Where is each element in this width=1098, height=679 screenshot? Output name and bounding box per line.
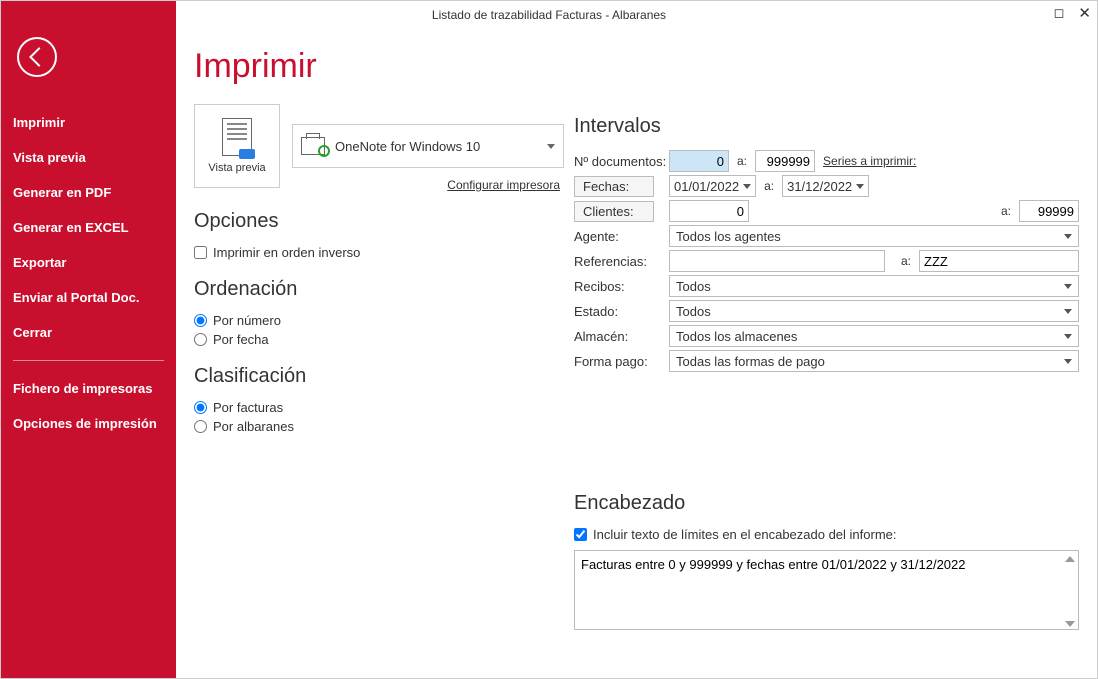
recibos-label: Recibos: <box>574 276 669 297</box>
close-icon[interactable]: ✕ <box>1078 4 1091 22</box>
ndoc-label: Nº documentos: <box>574 151 669 172</box>
maximize-icon[interactable]: ◻ <box>1054 5 1065 21</box>
chevron-down-icon <box>1064 234 1072 239</box>
incluir-texto-checkbox[interactable] <box>574 528 587 541</box>
printer-dropdown[interactable]: OneNote for Windows 10 <box>292 124 564 168</box>
chevron-down-icon <box>856 184 864 189</box>
nav-portal[interactable]: Enviar al Portal Doc. <box>1 280 176 315</box>
chevron-down-icon <box>547 144 555 149</box>
ndoc-from-input[interactable] <box>669 150 729 172</box>
chevron-down-icon <box>1064 284 1072 289</box>
almacen-value: Todos los almacenes <box>676 329 797 344</box>
cli-to-label: a: <box>1001 204 1011 218</box>
fecha-to-input[interactable]: 31/12/2022 <box>782 175 869 197</box>
almacen-label: Almacén: <box>574 326 669 347</box>
sidebar: Imprimir Vista previa Generar en PDF Gen… <box>1 1 176 678</box>
forma-label: Forma pago: <box>574 351 669 372</box>
fecha-from-input[interactable]: 01/01/2022 <box>669 175 756 197</box>
order-numero-radio[interactable] <box>194 314 207 327</box>
order-fecha-label: Por fecha <box>213 332 269 347</box>
forma-dropdown[interactable]: Todas las formas de pago <box>669 350 1079 372</box>
forma-value: Todas las formas de pago <box>676 354 825 369</box>
chevron-down-icon <box>1064 334 1072 339</box>
clas-facturas-row[interactable]: Por facturas <box>194 400 564 415</box>
intervalos-title: Intervalos <box>574 115 1079 138</box>
agente-dropdown[interactable]: Todos los agentes <box>669 225 1079 247</box>
window-controls: ◻ ✕ <box>1054 4 1091 22</box>
window-title: Listado de trazabilidad Facturas - Albar… <box>432 8 666 22</box>
chevron-down-icon <box>1064 309 1072 314</box>
nav-cerrar[interactable]: Cerrar <box>1 315 176 350</box>
estado-dropdown[interactable]: Todos <box>669 300 1079 322</box>
printer-icon <box>301 137 325 155</box>
order-fecha-radio[interactable] <box>194 333 207 346</box>
configure-printer-link[interactable]: Configurar impresora <box>292 178 564 192</box>
reverse-order-checkbox[interactable] <box>194 246 207 259</box>
nav-excel[interactable]: Generar en EXCEL <box>1 210 176 245</box>
nav-vista-previa[interactable]: Vista previa <box>1 140 176 175</box>
ndoc-to-label: a: <box>737 154 747 168</box>
right-column: Intervalos Nº documentos: a: Series a im… <box>574 47 1079 660</box>
incluir-texto-label: Incluir texto de límites en el encabezad… <box>593 527 897 542</box>
nav-separator <box>13 360 164 361</box>
reverse-order-label: Imprimir en orden inverso <box>213 245 360 260</box>
printer-name: OneNote for Windows 10 <box>335 139 480 154</box>
agente-label: Agente: <box>574 226 669 247</box>
ndoc-to-input[interactable] <box>755 150 815 172</box>
cli-from-input[interactable] <box>669 200 749 222</box>
scroll-down-icon[interactable] <box>1065 621 1075 627</box>
scroll-up-icon[interactable] <box>1065 556 1075 562</box>
chevron-down-icon <box>1064 359 1072 364</box>
fecha-to-value: 31/12/2022 <box>787 179 852 194</box>
reverse-order-row[interactable]: Imprimir en orden inverso <box>194 245 564 260</box>
clas-facturas-label: Por facturas <box>213 400 283 415</box>
nav-exportar[interactable]: Exportar <box>1 245 176 280</box>
page-title: Imprimir <box>194 47 564 86</box>
estado-label: Estado: <box>574 301 669 322</box>
order-numero-label: Por número <box>213 313 281 328</box>
order-fecha-row[interactable]: Por fecha <box>194 332 564 347</box>
chevron-down-icon <box>743 184 751 189</box>
back-arrow-icon <box>29 47 49 67</box>
recibos-dropdown[interactable]: Todos <box>669 275 1079 297</box>
order-numero-row[interactable]: Por número <box>194 313 564 328</box>
series-link[interactable]: Series a imprimir: <box>823 154 916 168</box>
almacen-dropdown[interactable]: Todos los almacenes <box>669 325 1079 347</box>
fecha-from-value: 01/01/2022 <box>674 179 739 194</box>
cli-to-input[interactable] <box>1019 200 1079 222</box>
ref-label: Referencias: <box>574 251 669 272</box>
ref-to-label: a: <box>901 254 911 268</box>
preview-label: Vista previa <box>208 162 265 174</box>
main-area: Imprimir Vista previa OneNote for Window… <box>176 29 1097 678</box>
preview-button[interactable]: Vista previa <box>194 104 280 188</box>
clientes-button[interactable]: Clientes: <box>574 201 654 222</box>
nav-imprimir[interactable]: Imprimir <box>1 105 176 140</box>
clas-facturas-radio[interactable] <box>194 401 207 414</box>
clas-albaranes-row[interactable]: Por albaranes <box>194 419 564 434</box>
nav-opciones-impresion[interactable]: Opciones de impresión <box>1 406 176 441</box>
back-button[interactable] <box>17 37 57 77</box>
nav-fichero-impresoras[interactable]: Fichero de impresoras <box>1 371 176 406</box>
document-preview-icon <box>222 118 252 156</box>
nav-pdf[interactable]: Generar en PDF <box>1 175 176 210</box>
recibos-value: Todos <box>676 279 711 294</box>
opciones-title: Opciones <box>194 210 564 233</box>
incluir-texto-row[interactable]: Incluir texto de límites en el encabezad… <box>574 527 1079 542</box>
left-column: Imprimir Vista previa OneNote for Window… <box>194 47 564 660</box>
agente-value: Todos los agentes <box>676 229 781 244</box>
ref-to-input[interactable] <box>919 250 1079 272</box>
fechas-button[interactable]: Fechas: <box>574 176 654 197</box>
encabezado-textarea[interactable] <box>574 550 1079 630</box>
ordenacion-title: Ordenación <box>194 278 564 301</box>
encabezado-title: Encabezado <box>574 492 1079 515</box>
clas-albaranes-radio[interactable] <box>194 420 207 433</box>
fecha-to-label: a: <box>764 179 774 193</box>
ref-from-input[interactable] <box>669 250 885 272</box>
clas-albaranes-label: Por albaranes <box>213 419 294 434</box>
clasificacion-title: Clasificación <box>194 365 564 388</box>
estado-value: Todos <box>676 304 711 319</box>
